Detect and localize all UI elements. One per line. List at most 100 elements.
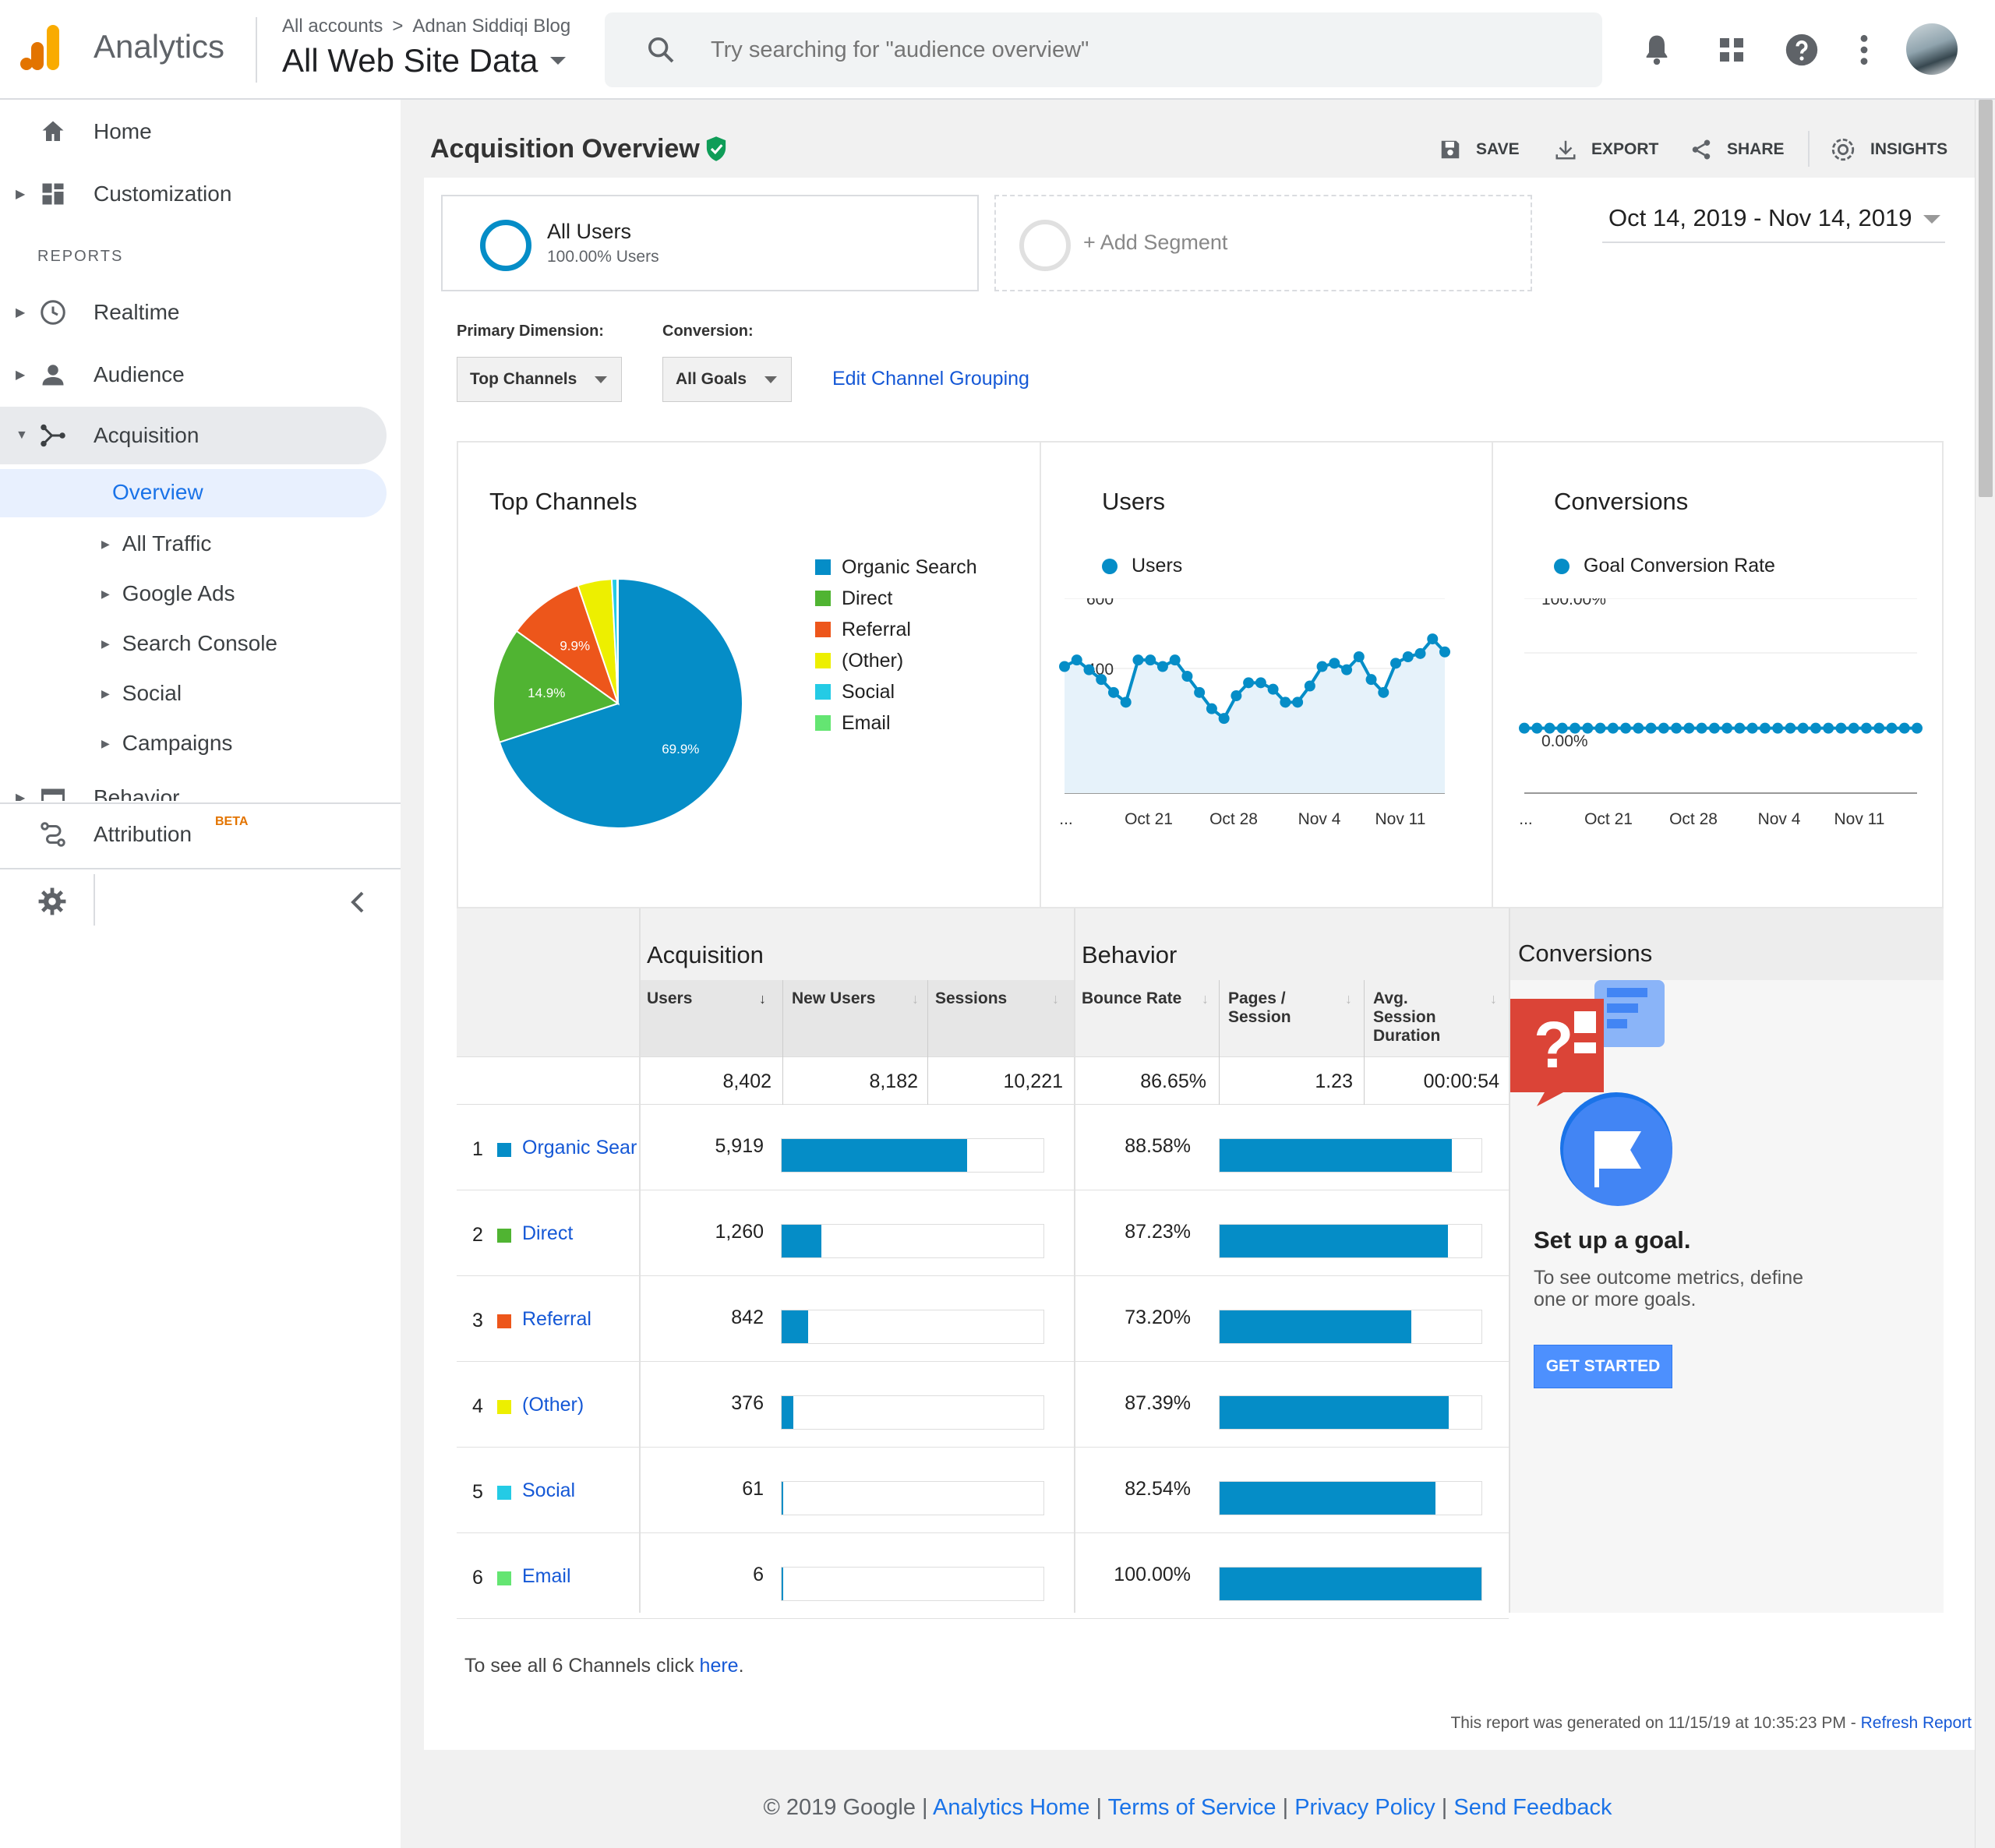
settings-gear-icon[interactable] xyxy=(37,887,67,916)
conversion-select[interactable]: All Goals xyxy=(662,357,792,402)
data-point[interactable] xyxy=(1120,697,1132,708)
legend-item[interactable]: Email xyxy=(815,707,977,739)
sidebar-item-home[interactable]: Home xyxy=(0,103,387,160)
analytics-home-link[interactable]: Analytics Home xyxy=(933,1795,1089,1820)
legend-item[interactable]: Referral xyxy=(815,614,977,645)
data-point[interactable] xyxy=(1772,722,1784,734)
data-point[interactable] xyxy=(1886,722,1898,734)
data-point[interactable] xyxy=(1708,722,1720,734)
segment-all-users[interactable]: All Users 100.00% Users xyxy=(441,195,979,291)
data-point[interactable] xyxy=(1746,722,1758,734)
data-point[interactable] xyxy=(1304,680,1315,692)
legend-item[interactable]: Direct xyxy=(815,583,977,614)
data-point[interactable] xyxy=(1365,674,1377,686)
data-point[interactable] xyxy=(1582,722,1594,734)
see-all-link[interactable]: here xyxy=(700,1655,739,1677)
sidebar-item-customization[interactable]: ▶ Customization xyxy=(0,165,387,223)
more-vert-icon[interactable] xyxy=(1856,33,1872,67)
scrollbar[interactable] xyxy=(1975,100,1995,1848)
data-point[interactable] xyxy=(1860,722,1872,734)
search-bar[interactable] xyxy=(605,12,1602,87)
data-point[interactable] xyxy=(1734,722,1746,734)
data-point[interactable] xyxy=(1848,722,1859,734)
breadcrumb[interactable]: All accounts > Adnan Siddiqi Blog xyxy=(282,16,570,37)
table-row[interactable]: 5 Social 61 82.54% xyxy=(457,1448,1509,1533)
col-pages-session[interactable]: Pages / Session ↓ xyxy=(1228,989,1353,1027)
data-point[interactable] xyxy=(1531,722,1543,734)
data-point[interactable] xyxy=(1696,722,1707,734)
table-row[interactable]: 4 (Other) 376 87.39% xyxy=(457,1362,1509,1448)
data-point[interactable] xyxy=(1194,686,1206,698)
primary-dimension-select[interactable]: Top Channels xyxy=(457,357,622,402)
data-point[interactable] xyxy=(1785,722,1796,734)
channel-link[interactable]: Social xyxy=(522,1479,637,1502)
sidebar-item-acquisition[interactable]: ▼ Acquisition xyxy=(0,407,387,464)
channel-link[interactable]: Organic Sear xyxy=(522,1137,637,1159)
conversions-line-chart[interactable]: 100.00% 0.00%... Oct 21 Oct 28 Nov 4 Nov 11 xyxy=(1510,598,1931,894)
sidebar-item-attribution[interactable]: Attribution BETA xyxy=(0,806,387,863)
data-point[interactable] xyxy=(1570,722,1581,734)
data-point[interactable] xyxy=(1132,654,1144,666)
data-point[interactable] xyxy=(1671,722,1683,734)
channel-link[interactable]: Direct xyxy=(522,1222,637,1245)
col-avg-session-duration[interactable]: Avg. Session Duration ↓ xyxy=(1373,989,1498,1046)
feedback-link[interactable]: Send Feedback xyxy=(1453,1795,1612,1820)
channel-link[interactable]: (Other) xyxy=(522,1394,637,1416)
data-point[interactable] xyxy=(1797,722,1809,734)
sidebar-item-social[interactable]: ▶ Social xyxy=(101,670,182,717)
data-point[interactable] xyxy=(1519,722,1530,734)
channel-link[interactable]: Email xyxy=(522,1565,637,1588)
sidebar-item-campaigns[interactable]: ▶ Campaigns xyxy=(101,720,232,767)
share-button[interactable]: SHARE xyxy=(1690,134,1785,165)
data-point[interactable] xyxy=(1607,722,1619,734)
scrollbar-thumb[interactable] xyxy=(1979,100,1993,497)
data-point[interactable] xyxy=(1341,664,1353,675)
legend-item[interactable]: (Other) xyxy=(815,645,977,676)
data-point[interactable] xyxy=(1071,654,1082,666)
sidebar-item-overview[interactable]: Overview xyxy=(0,469,387,517)
data-point[interactable] xyxy=(1280,697,1291,708)
data-point[interactable] xyxy=(1231,690,1242,701)
data-point[interactable] xyxy=(1292,697,1304,708)
data-point[interactable] xyxy=(1059,661,1070,672)
sidebar-item-behavior[interactable]: ▶ Behavior xyxy=(0,778,401,801)
data-point[interactable] xyxy=(1633,722,1644,734)
analytics-logo-icon[interactable] xyxy=(20,23,64,72)
data-point[interactable] xyxy=(1544,722,1555,734)
data-point[interactable] xyxy=(1083,664,1095,675)
sidebar-item-all-traffic[interactable]: ▶ All Traffic xyxy=(101,520,211,567)
data-point[interactable] xyxy=(1206,703,1217,714)
sidebar-item-google-ads[interactable]: ▶ Google Ads xyxy=(101,570,235,617)
channel-link[interactable]: Referral xyxy=(522,1308,637,1331)
table-row[interactable]: 1 Organic Sear 5,919 88.58% xyxy=(457,1105,1509,1190)
data-point[interactable] xyxy=(1620,722,1632,734)
data-point[interactable] xyxy=(1181,671,1193,682)
insights-button[interactable]: INSIGHTS xyxy=(1830,134,1947,165)
data-point[interactable] xyxy=(1218,713,1230,725)
data-point[interactable] xyxy=(1683,722,1695,734)
data-point[interactable] xyxy=(1898,722,1910,734)
legend-item[interactable]: Organic Search xyxy=(815,552,977,583)
data-point[interactable] xyxy=(1145,654,1156,666)
data-point[interactable] xyxy=(1810,722,1821,734)
data-point[interactable] xyxy=(1414,647,1426,659)
date-range-picker[interactable]: Oct 14, 2019 - Nov 14, 2019 xyxy=(1602,199,1945,243)
data-point[interactable] xyxy=(1243,677,1255,689)
data-point[interactable] xyxy=(1873,722,1885,734)
data-point[interactable] xyxy=(1390,658,1402,669)
edit-channel-grouping-link[interactable]: Edit Channel Grouping xyxy=(832,368,1029,390)
data-point[interactable] xyxy=(1353,651,1365,662)
add-segment-button[interactable]: + Add Segment xyxy=(994,195,1532,291)
users-line-chart[interactable]: 600400200...Oct 21Oct 28Nov 4Nov 11 xyxy=(1058,598,1464,894)
data-point[interactable] xyxy=(1439,646,1450,658)
data-point[interactable] xyxy=(1427,633,1439,645)
data-point[interactable] xyxy=(1169,654,1181,666)
save-button[interactable]: SAVE xyxy=(1439,134,1520,165)
data-point[interactable] xyxy=(1823,722,1834,734)
refresh-report-link[interactable]: Refresh Report xyxy=(1861,1714,1972,1732)
data-point[interactable] xyxy=(1329,658,1340,669)
table-row[interactable]: 3 Referral 842 73.20% xyxy=(457,1276,1509,1362)
col-new-users[interactable]: New Users ↓ xyxy=(792,989,919,1008)
data-point[interactable] xyxy=(1721,722,1733,734)
sidebar-item-audience[interactable]: ▶ Audience xyxy=(0,346,387,404)
